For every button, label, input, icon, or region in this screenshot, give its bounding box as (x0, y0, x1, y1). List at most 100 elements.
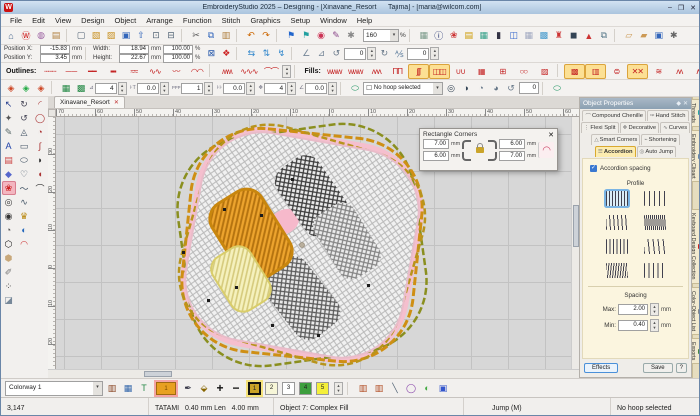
1[interactable]: 1 (248, 382, 261, 395)
menu-item[interactable]: File (5, 16, 27, 25)
hoop-reset-icon[interactable]: ↺ (504, 81, 518, 95)
portfolio-icon[interactable]: ◼ (567, 29, 581, 43)
product-visualizer-icon[interactable]: T (137, 381, 151, 395)
Curves[interactable]: ∿Curves (660, 122, 690, 133)
pattern-layout-icon[interactable]: ▩ (74, 81, 88, 95)
lettering-tool[interactable]: A (2, 139, 16, 153)
ripple-fill[interactable]: ⊜ (606, 64, 627, 79)
pen-scatter-tool[interactable]: ✐ (2, 265, 16, 279)
Hand Stitch[interactable]: ✑Hand Stitch (647, 110, 689, 121)
close-tab-icon[interactable]: ✕ (114, 99, 119, 106)
profile-7[interactable] (606, 263, 628, 278)
close-button[interactable]: ✕ (690, 4, 696, 12)
min-spacing-stepper[interactable]: ▲▼ (650, 319, 659, 332)
hoop-template-icon[interactable]: ◑ (459, 81, 473, 95)
pattern-stamp-icon[interactable]: ▦ (59, 81, 73, 95)
arrange-stepper[interactable]: ▲▼ (118, 82, 127, 95)
open-recent-icon[interactable]: ▨ (104, 29, 118, 43)
star-fill[interactable]: ✕✕ (627, 64, 648, 79)
corner-top-left-field[interactable]: 7.00 (423, 139, 449, 149)
save-colorway-icon[interactable]: ▣ (652, 29, 666, 43)
rotate-cw-tool[interactable]: ↻ (17, 97, 31, 111)
center-design-icon[interactable]: ❖ (219, 47, 233, 61)
colorway-palette-icon[interactable]: ▥ (105, 381, 119, 395)
circle-cw-tool[interactable]: ◯ (33, 111, 47, 125)
arrange-stepper[interactable]: ▲▼ (160, 82, 169, 95)
wave-fill[interactable]: ≋ (648, 64, 669, 79)
height-field[interactable]: 22.67 (119, 54, 149, 63)
save-design-icon[interactable]: ▣ (119, 29, 133, 43)
maximize-button[interactable]: ❐ (678, 4, 684, 12)
horizontal-scrollbar-thumb[interactable] (144, 371, 172, 377)
arrange-field[interactable]: 0.0 (223, 83, 245, 94)
profile-6[interactable] (644, 239, 666, 254)
zigzag-fill[interactable]: ʌʌʌ (366, 64, 387, 79)
space-evenly-icon[interactable]: ◈ (34, 81, 48, 95)
wilcom-logo-icon[interactable]: Ⓦ (19, 29, 33, 43)
crown-motif-tool[interactable]: ♛ (17, 209, 31, 223)
undo-icon[interactable]: ↶ (244, 29, 258, 43)
hoop-selected-value[interactable]: No hoop selected (372, 83, 433, 93)
arrange-stepper[interactable]: ▲▼ (328, 82, 337, 95)
sculpture-run[interactable]: ━━ (81, 64, 102, 79)
hoop-outline-icon[interactable]: ⬭ (348, 81, 362, 95)
rotate-stepper[interactable]: ▲▼ (367, 47, 376, 60)
Shortening[interactable]: ⌁Shortening (641, 134, 679, 145)
ring-fill-tool[interactable]: ◎ (2, 195, 16, 209)
fill-bucket-icon[interactable]: ⬙ (197, 381, 211, 395)
show-outlines-icon[interactable]: ◯ (404, 381, 418, 395)
colorway-editor-icon[interactable]: ▦ (121, 381, 135, 395)
d-shape-tool[interactable]: ◗ (33, 153, 47, 167)
design-info-icon[interactable]: ⓘ (432, 29, 446, 43)
outline-more-stepper[interactable]: ▲▼ (282, 65, 291, 78)
remove-color-button[interactable]: − (229, 381, 243, 395)
thread-chart-icon[interactable]: ▤ (462, 29, 476, 43)
arrange-field[interactable]: 0.0 (137, 83, 159, 94)
menu-item[interactable]: Arrange (141, 16, 178, 25)
freehand-select-tool[interactable]: ✎ (2, 125, 16, 139)
arrange-field[interactable]: 1 (181, 83, 203, 94)
align-horizontal-icon[interactable]: ◈ (4, 81, 18, 95)
team-grid-icon[interactable]: ▩ (537, 29, 551, 43)
Decorative[interactable]: ❖Decorative (620, 122, 660, 133)
add-color-button[interactable]: + (213, 381, 227, 395)
Accordion[interactable]: ☰Accordion (595, 146, 636, 157)
vine-run[interactable]: ʍʍ (216, 64, 237, 79)
pin-icon[interactable]: ◆ (676, 100, 681, 107)
print-icon[interactable]: ⊡ (149, 29, 163, 43)
flexi-split-fill[interactable]: ▥ (585, 64, 606, 79)
Compound Chenille[interactable]: ⌒Compound Chenille (582, 110, 645, 121)
spiral-fill[interactable]: ∪∪ (450, 64, 471, 79)
max-spacing-stepper[interactable]: ▲▼ (650, 303, 659, 316)
profile-3[interactable] (606, 215, 628, 230)
open-design-icon[interactable]: ▧ (89, 29, 103, 43)
send-to-machine-icon[interactable]: ⧉ (597, 29, 611, 43)
object-bars-icon[interactable]: ▮ (492, 29, 506, 43)
cross-stitch-fill[interactable]: ▦ (471, 64, 492, 79)
hexagon-dark-tool[interactable]: ⬡ (2, 237, 16, 251)
zigzag-outline[interactable]: ∿∿ (144, 64, 165, 79)
hoop-center-icon[interactable]: ◎ (444, 81, 458, 95)
lock-proportions-icon[interactable]: ⊠ (204, 47, 218, 61)
satin-outline[interactable]: 〰 (165, 64, 186, 79)
sequin-fill[interactable]: ○○ (513, 64, 534, 79)
arrange-stepper[interactable]: ▲▼ (246, 82, 255, 95)
colorway-value[interactable]: Colorway 1 (6, 382, 93, 394)
wave-run[interactable]: ∿∿∿ (237, 64, 260, 79)
overview-window-icon[interactable]: ▦ (417, 29, 431, 43)
shapes-tool[interactable]: ♡ (17, 167, 31, 181)
curve-line-tool[interactable]: ∿ (17, 195, 31, 209)
Flexi Split[interactable]: ⋮Flexi Split (581, 122, 619, 133)
tatami-fill[interactable]: ᴡᴡᴡ (324, 64, 345, 79)
mirror-horizontal-icon[interactable]: ⇆ (244, 47, 258, 61)
close-icon[interactable]: ✕ (683, 100, 688, 107)
colorway-selector[interactable]: Colorway 1 ▾ (5, 381, 103, 396)
feather-fill[interactable]: ʌʌ (669, 64, 690, 79)
team-names-icon[interactable]: ◉ (314, 29, 328, 43)
mannequin-icon[interactable]: ▲ (582, 29, 596, 43)
stitch-edit-icon[interactable]: ⅍ (392, 47, 406, 61)
zoom-options-icon[interactable]: ✱ (667, 29, 681, 43)
arrange-stepper[interactable]: ▲▼ (287, 82, 296, 95)
horizontal-scrollbar[interactable] (48, 369, 579, 378)
zoom-value[interactable]: 160 (364, 31, 390, 41)
